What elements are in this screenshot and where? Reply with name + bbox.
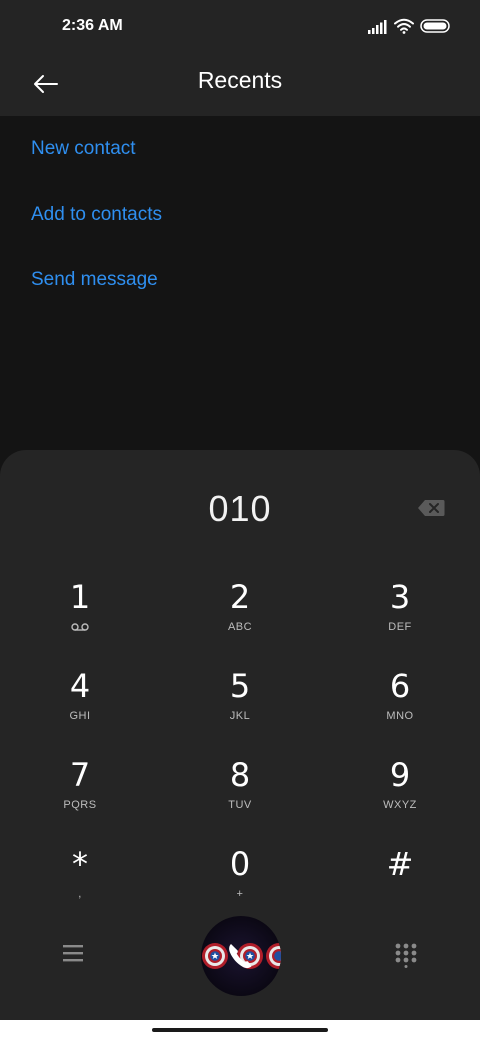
key-1[interactable]: 1 — [25, 577, 135, 653]
backspace-icon — [418, 500, 445, 516]
key-4[interactable]: 4 GHI — [25, 666, 135, 742]
key-9[interactable]: 9 WXYZ — [345, 755, 455, 831]
call-button[interactable] — [201, 916, 281, 996]
battery-icon — [420, 19, 450, 33]
voicemail-icon — [25, 619, 135, 635]
key-digit: 8 — [229, 756, 251, 794]
add-to-contacts-link[interactable]: Add to contacts — [31, 204, 162, 226]
key-digit: 4 — [69, 667, 91, 705]
navigation-bar — [0, 1020, 480, 1040]
key-digit: 0 — [229, 845, 251, 883]
key-2[interactable]: 2 ABC — [185, 577, 295, 653]
menu-icon — [63, 945, 83, 962]
new-contact-link[interactable]: New contact — [31, 138, 136, 160]
backspace-button[interactable] — [414, 495, 448, 521]
key-digit: 7 — [69, 756, 91, 794]
key-digit: 9 — [389, 756, 411, 794]
signal-icon — [368, 20, 387, 34]
key-digit: * — [72, 845, 88, 883]
page-title: Recents — [197, 67, 283, 93]
key-letters: JKL — [229, 710, 251, 722]
key-star[interactable]: * , — [25, 844, 135, 920]
key-letters: WXYZ — [383, 799, 417, 811]
key-letters: TUV — [228, 799, 252, 811]
key-letters: , — [78, 888, 82, 900]
key-7[interactable]: 7 PQRS — [25, 755, 135, 831]
key-6[interactable]: 6 MNO — [345, 666, 455, 742]
status-bar: 2:36 AM — [0, 0, 480, 54]
menu-button[interactable] — [60, 942, 88, 966]
keypad-toggle-button[interactable] — [394, 942, 420, 968]
home-indicator[interactable] — [152, 1028, 328, 1032]
key-letters: MNO — [386, 710, 414, 722]
key-digit: 6 — [389, 667, 411, 705]
key-letters: DEF — [388, 621, 412, 633]
app-header: Recents — [0, 54, 480, 116]
send-message-link[interactable]: Send message — [31, 269, 158, 291]
key-letters: ABC — [227, 621, 253, 633]
key-5[interactable]: 5 JKL — [185, 666, 295, 742]
key-8[interactable]: 8 TUV — [185, 755, 295, 831]
key-hash[interactable]: # — [345, 844, 455, 920]
key-digit: 5 — [229, 667, 251, 705]
key-letters: PQRS — [63, 799, 97, 811]
key-digit: 2 — [229, 578, 251, 616]
key-3[interactable]: 3 DEF — [345, 577, 455, 653]
key-0[interactable]: 0 + — [185, 844, 295, 920]
key-digit: 1 — [69, 578, 91, 616]
dialpad-grid-icon — [395, 943, 417, 968]
dialer-screen: 2:36 AM Recents New contact Add to conta… — [0, 0, 480, 1040]
dialed-number: 010 — [208, 488, 272, 529]
key-digit: # — [386, 845, 414, 883]
key-letters: + — [236, 888, 244, 900]
status-time: 2:36 AM — [62, 17, 123, 34]
key-digit: 3 — [389, 578, 411, 616]
dialpad-sheet: 010 1 2 ABC 3 DEF 4 GHI 5 JKL 6 MNO 7 PQ… — [0, 450, 480, 1020]
key-letters: GHI — [69, 710, 91, 722]
phone-call-icon — [202, 943, 281, 969]
wifi-icon — [394, 18, 414, 34]
